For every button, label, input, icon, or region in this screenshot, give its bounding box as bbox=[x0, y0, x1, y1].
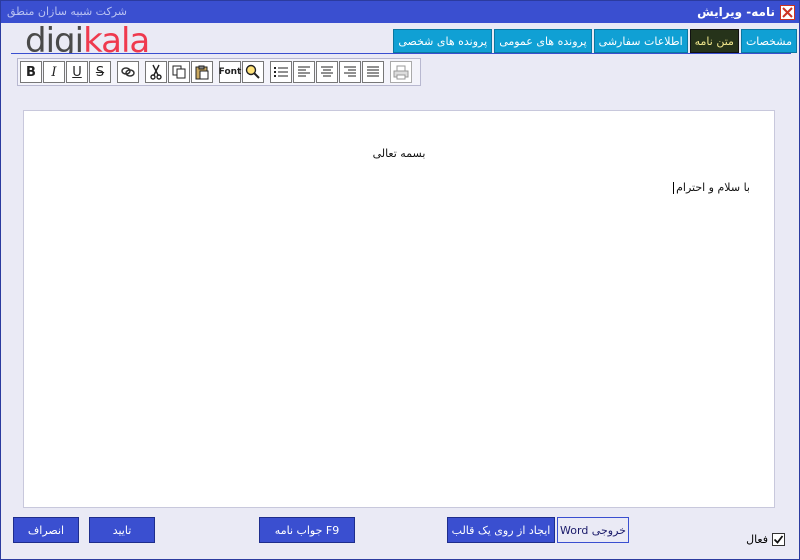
underline-button[interactable]: U bbox=[66, 61, 88, 83]
app-window: شرکت شبیه سازان منطق نامه- ويرايش digika… bbox=[0, 0, 800, 560]
letter-panel: B I U S Font بسمه تعالی با سلام و احترام bbox=[11, 53, 791, 513]
find-button[interactable] bbox=[242, 61, 264, 83]
scissors-icon bbox=[150, 64, 162, 80]
salutation-text: بسمه تعالی bbox=[372, 147, 426, 160]
greeting-line: با سلام و احترام bbox=[673, 181, 750, 194]
formatting-toolbar: B I U S Font bbox=[17, 58, 421, 86]
paste-icon bbox=[195, 65, 209, 79]
align-center-button[interactable] bbox=[316, 61, 338, 83]
tab-specs[interactable]: مشخصات bbox=[740, 29, 797, 53]
justify-button[interactable] bbox=[362, 61, 384, 83]
align-right-icon bbox=[344, 66, 356, 77]
align-center-icon bbox=[321, 66, 333, 77]
bullet-list-button[interactable] bbox=[270, 61, 292, 83]
tab-letter-text[interactable]: متن نامه bbox=[689, 29, 739, 53]
strikethrough-button[interactable]: S bbox=[89, 61, 111, 83]
text-caret bbox=[673, 182, 675, 194]
company-name: شرکت شبیه سازان منطق bbox=[7, 5, 127, 18]
align-left-icon bbox=[298, 66, 310, 77]
link-button[interactable] bbox=[117, 61, 139, 83]
cancel-button[interactable]: انصراف bbox=[13, 517, 79, 543]
cut-button[interactable] bbox=[145, 61, 167, 83]
printer-icon bbox=[393, 65, 409, 79]
tab-bar: مشخصات متن نامه اطلاعات سفارشی پرونده ها… bbox=[393, 29, 797, 53]
italic-button[interactable]: I bbox=[43, 61, 65, 83]
create-from-template-button[interactable]: ایجاد از روی یک قالب bbox=[447, 517, 555, 543]
copy-button[interactable] bbox=[168, 61, 190, 83]
close-button[interactable] bbox=[780, 5, 795, 20]
action-bar: انصراف تایید F9 جواب نامه ایجاد از روی ی… bbox=[1, 517, 799, 559]
search-icon bbox=[245, 64, 260, 79]
titlebar: شرکت شبیه سازان منطق نامه- ويرايش bbox=[1, 1, 799, 23]
link-icon bbox=[121, 67, 135, 77]
active-checkbox-group: فعال bbox=[746, 533, 785, 546]
active-checkbox[interactable] bbox=[772, 533, 785, 546]
tab-custom-info[interactable]: اطلاعات سفارشی bbox=[593, 29, 688, 53]
checkmark-icon bbox=[773, 535, 784, 544]
active-checkbox-label: فعال bbox=[746, 533, 768, 546]
tab-public-files[interactable]: پرونده های عمومی bbox=[494, 29, 592, 53]
tab-personal-files[interactable]: پرونده های شخصی bbox=[393, 29, 493, 53]
reply-letter-button[interactable]: F9 جواب نامه bbox=[259, 517, 355, 543]
paste-button[interactable] bbox=[191, 61, 213, 83]
align-left-button[interactable] bbox=[293, 61, 315, 83]
confirm-button[interactable]: تایید bbox=[89, 517, 155, 543]
bullet-list-icon bbox=[274, 67, 288, 77]
font-button[interactable]: Font bbox=[219, 61, 241, 83]
print-button[interactable] bbox=[390, 61, 412, 83]
greeting-text: با سلام و احترام bbox=[676, 181, 750, 194]
word-export-button[interactable]: خروجی Word bbox=[557, 517, 629, 543]
bold-button[interactable]: B bbox=[20, 61, 42, 83]
window-title: نامه- ويرايش bbox=[697, 5, 775, 19]
letter-editor[interactable]: بسمه تعالی با سلام و احترام bbox=[23, 110, 775, 508]
copy-icon bbox=[172, 65, 186, 79]
justify-icon bbox=[367, 66, 379, 77]
close-icon bbox=[782, 7, 793, 18]
align-right-button[interactable] bbox=[339, 61, 361, 83]
